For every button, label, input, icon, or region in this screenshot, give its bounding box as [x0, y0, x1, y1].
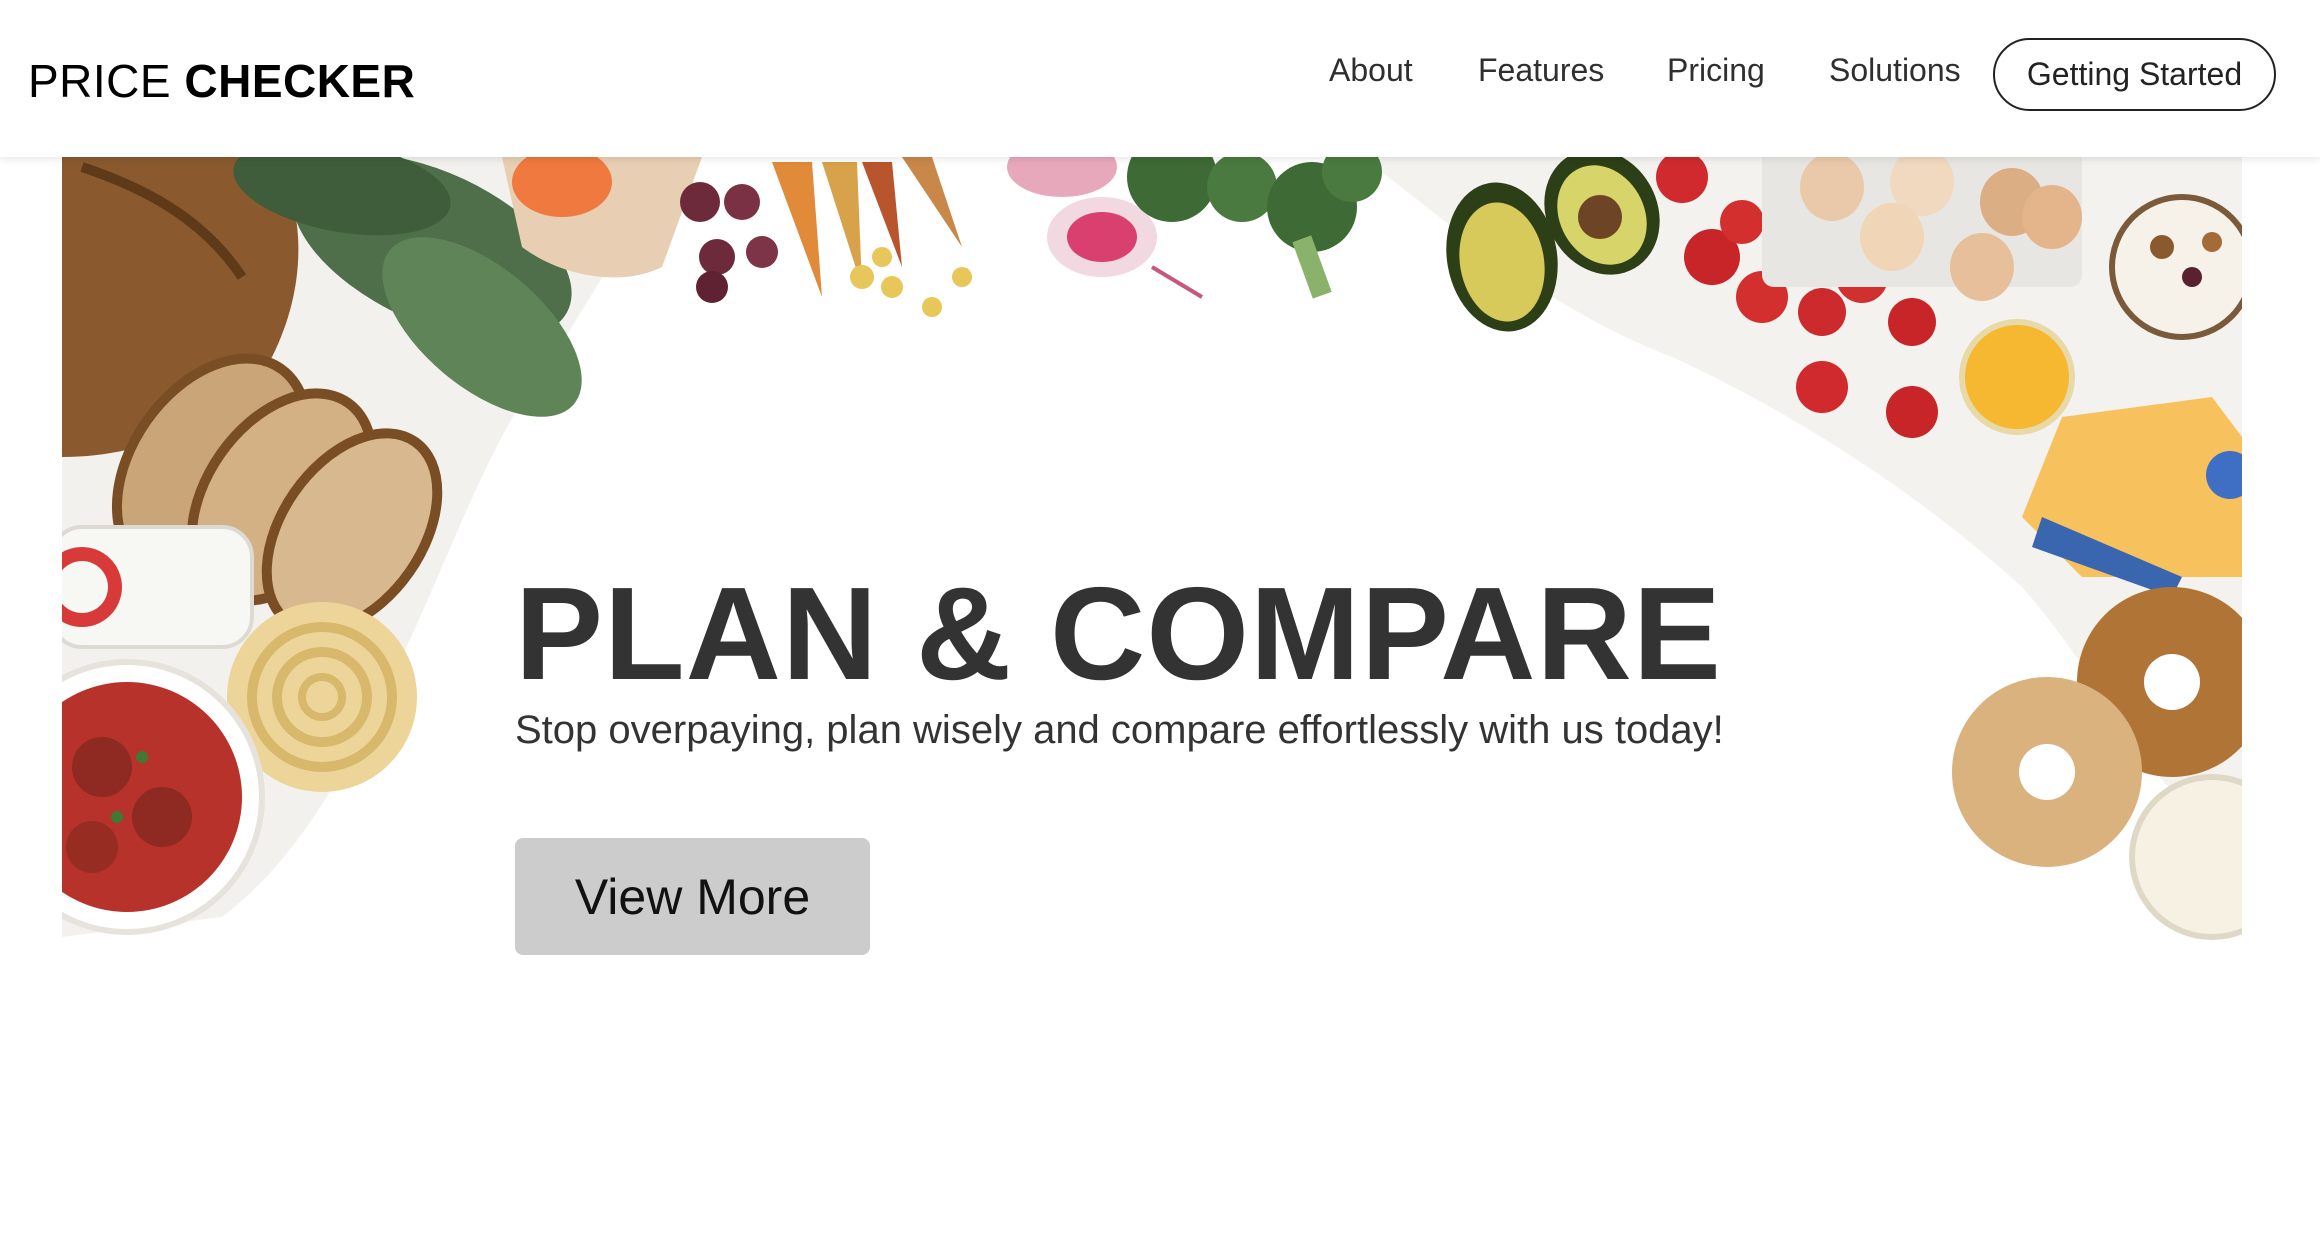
eggs-illustration	[1762, 157, 2082, 301]
carrots-illustration	[772, 157, 972, 317]
nav-features-link[interactable]: Features	[1478, 52, 1604, 89]
granola-bowl-illustration	[2109, 194, 2242, 340]
view-more-button[interactable]: View More	[515, 838, 870, 955]
milk-bottle-illustration	[62, 525, 254, 649]
nav-pricing-link[interactable]: Pricing	[1667, 52, 1765, 89]
nav-about-link[interactable]: About	[1329, 52, 1413, 89]
hero-subtitle: Stop overpaying, plan wisely and compare…	[515, 708, 1724, 752]
brand-logo[interactable]: PRICE CHECKER	[28, 54, 415, 108]
nav-solutions-link[interactable]: Solutions	[1829, 52, 1961, 89]
beets-illustration	[680, 182, 778, 303]
getting-started-button[interactable]: Getting Started	[1993, 38, 2276, 111]
broccoli-illustration	[1127, 157, 1382, 299]
site-header: PRICE CHECKER About Features Pricing Sol…	[0, 0, 2320, 157]
hero-title: PLAN & COMPARE	[515, 560, 1722, 707]
hero-section: PLAN & COMPARE Stop overpaying, plan wis…	[62, 157, 2242, 997]
brand-logo-light: PRICE	[28, 55, 185, 107]
bagels-illustration	[1952, 587, 2242, 940]
brand-logo-bold: CHECKER	[184, 55, 416, 107]
